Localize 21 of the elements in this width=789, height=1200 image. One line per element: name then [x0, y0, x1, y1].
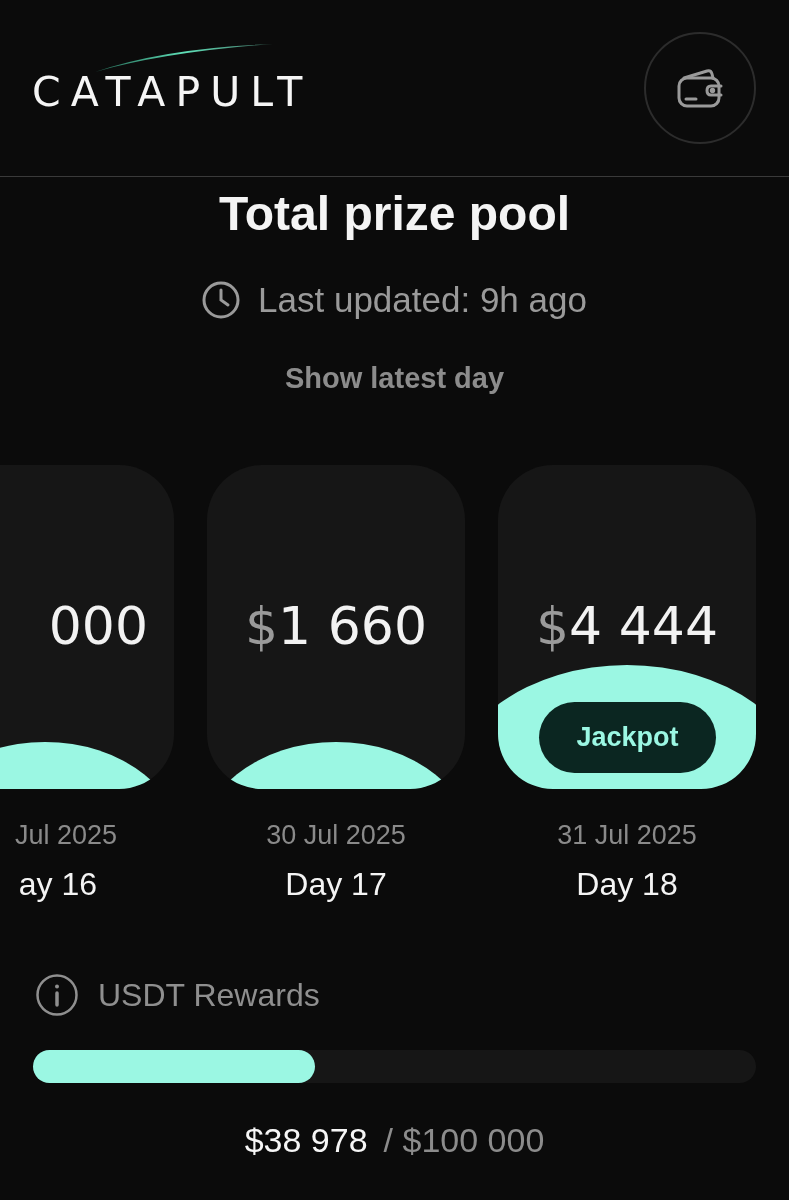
- rewards-label: USDT Rewards: [98, 976, 320, 1014]
- reward-current-amount: $38 978: [244, 1120, 368, 1160]
- logo-text: CATAPULT: [32, 72, 313, 113]
- wallet-icon: [677, 68, 723, 108]
- prize-amount: $4 444: [536, 596, 718, 656]
- day-date: 30 Jul 2025: [266, 819, 406, 851]
- prize-amount: $1 660: [245, 596, 427, 656]
- day-date: 31 Jul 2025: [557, 819, 697, 851]
- jackpot-badge: Jackpot: [539, 702, 716, 773]
- day-label: Day 18: [576, 865, 678, 903]
- last-updated-text: Last updated: 9h ago: [258, 280, 587, 320]
- section-title: Total prize pool: [217, 186, 572, 242]
- prize-amount: 000: [48, 596, 149, 656]
- day-label: ay 16: [18, 865, 98, 903]
- wallet-button[interactable]: [644, 32, 756, 144]
- show-latest-day-link[interactable]: Show latest day: [284, 361, 505, 395]
- info-icon[interactable]: [36, 974, 78, 1016]
- day-label: Day 17: [285, 865, 387, 903]
- day-date: Jul 2025: [14, 819, 118, 851]
- clock-icon: [202, 281, 241, 319]
- reward-goal-amount: / $100 000: [383, 1120, 545, 1160]
